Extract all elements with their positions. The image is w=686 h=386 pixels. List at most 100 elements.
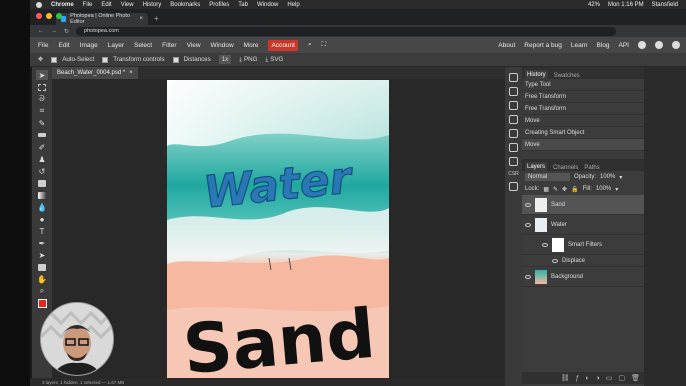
- history-item[interactable]: Free Transform: [522, 91, 644, 103]
- distances-checkbox[interactable]: Distances: [172, 56, 211, 63]
- eyedropper-tool[interactable]: ✎: [36, 118, 48, 128]
- menubar-window[interactable]: Window: [257, 2, 278, 8]
- fullscreen-icon[interactable]: ⛶: [322, 41, 327, 49]
- close-document-icon[interactable]: ×: [129, 70, 133, 76]
- clock[interactable]: Mon 1:16 PM: [608, 2, 644, 8]
- export-png-button[interactable]: ⤓ PNG: [239, 56, 257, 64]
- history-item[interactable]: Type Tool: [522, 79, 644, 91]
- facebook-icon[interactable]: [672, 41, 680, 49]
- eye-icon[interactable]: [525, 222, 531, 227]
- opacity-value[interactable]: 100%: [600, 174, 615, 180]
- lock-transparency-icon[interactable]: ▦: [543, 186, 549, 193]
- pp-menu-file[interactable]: File: [38, 42, 48, 49]
- menubar-tab[interactable]: Tab: [238, 2, 248, 8]
- marquee-tool[interactable]: [36, 82, 48, 92]
- pen-tool[interactable]: ✒: [36, 238, 48, 248]
- tab-channels[interactable]: Channels: [553, 165, 578, 171]
- twitter-icon[interactable]: [655, 41, 663, 49]
- blog-link[interactable]: Blog: [597, 42, 610, 49]
- document-tab[interactable]: Beach_Water_0004.psd * ×: [52, 67, 138, 79]
- adjustment-layer-icon[interactable]: ◑: [596, 375, 600, 382]
- pp-menu-select[interactable]: Select: [134, 42, 152, 49]
- account-button[interactable]: Account: [268, 39, 298, 51]
- reload-icon[interactable]: ↻: [64, 28, 69, 35]
- tab-swatches[interactable]: Swatches: [554, 73, 580, 79]
- tab-layers[interactable]: Layers: [525, 162, 548, 171]
- back-icon[interactable]: ←: [38, 28, 44, 34]
- info-icon[interactable]: [509, 73, 518, 82]
- api-link[interactable]: API: [619, 42, 629, 49]
- stamp-tool[interactable]: ♟: [36, 154, 48, 164]
- type-tool[interactable]: T: [36, 226, 48, 236]
- dodge-tool[interactable]: ●: [36, 214, 48, 224]
- character-icon[interactable]: [509, 143, 518, 152]
- layer-water[interactable]: Water: [522, 215, 644, 235]
- url-field[interactable]: photopea.com: [76, 26, 617, 36]
- layer-mask-icon[interactable]: ◐: [585, 375, 589, 382]
- fill-dropdown-icon[interactable]: ▾: [615, 186, 618, 193]
- lock-all-icon[interactable]: 🔒: [571, 186, 578, 193]
- image-icon[interactable]: [509, 182, 518, 191]
- blur-tool[interactable]: 💧: [36, 202, 48, 212]
- menubar-help[interactable]: Help: [287, 2, 299, 8]
- fill-value[interactable]: 100%: [596, 186, 611, 192]
- history-icon[interactable]: [509, 87, 518, 96]
- history-item[interactable]: Move: [522, 115, 644, 127]
- menubar-profiles[interactable]: Profiles: [209, 2, 229, 8]
- report-bug-link[interactable]: Report a bug: [524, 42, 562, 49]
- history-item[interactable]: Creating Smart Object: [522, 127, 644, 139]
- brush-settings-icon[interactable]: [509, 129, 518, 138]
- new-layer-icon[interactable]: ▢: [618, 374, 625, 382]
- new-tab-button[interactable]: +: [154, 14, 159, 23]
- link-layers-icon[interactable]: ⛓: [561, 374, 570, 382]
- document-canvas[interactable]: Water Sand: [167, 80, 389, 380]
- zoom-select[interactable]: 1x: [218, 55, 232, 64]
- gradient-tool[interactable]: [36, 190, 48, 200]
- move-tool-icon[interactable]: ✥: [38, 56, 43, 63]
- lasso-tool[interactable]: ᘐ: [36, 94, 48, 104]
- displace-filter-row[interactable]: Displace: [522, 255, 644, 267]
- auto-select-checkbox[interactable]: Auto-Select: [51, 56, 94, 63]
- browser-tab[interactable]: Photopea | Online Photo Editor ×: [56, 13, 148, 25]
- delete-layer-icon[interactable]: 🗑: [631, 374, 640, 382]
- pp-menu-edit[interactable]: Edit: [58, 42, 69, 49]
- menubar-app[interactable]: Chrome: [51, 2, 74, 8]
- shape-tool[interactable]: [36, 262, 48, 272]
- lock-paint-icon[interactable]: ✎: [553, 186, 558, 193]
- move-tool[interactable]: ➤: [36, 70, 48, 80]
- search-icon[interactable]: ⌕: [308, 41, 312, 49]
- path-select-tool[interactable]: ➤: [36, 250, 48, 260]
- user-name[interactable]: Stansfield: [652, 2, 678, 8]
- menubar-bookmarks[interactable]: Bookmarks: [170, 2, 200, 8]
- history-brush-tool[interactable]: ↺: [36, 166, 48, 176]
- eye-icon[interactable]: [542, 242, 548, 247]
- apple-icon[interactable]: [36, 1, 42, 8]
- history-item[interactable]: Free Transform: [522, 103, 644, 115]
- crop-tool[interactable]: ⌗: [36, 106, 48, 116]
- tab-history[interactable]: History: [525, 70, 548, 79]
- pp-menu-window[interactable]: Window: [211, 42, 234, 49]
- menubar-history[interactable]: History: [143, 2, 162, 8]
- learn-link[interactable]: Learn: [571, 42, 588, 49]
- layer-style-icon[interactable]: ƒ: [575, 375, 579, 382]
- pp-menu-filter[interactable]: Filter: [162, 42, 176, 49]
- eye-icon[interactable]: [552, 258, 558, 263]
- brush-tool[interactable]: ✐: [36, 142, 48, 152]
- eraser-tool[interactable]: [36, 178, 48, 188]
- reddit-icon[interactable]: [638, 41, 646, 49]
- foreground-color[interactable]: [36, 298, 48, 308]
- menubar-view[interactable]: View: [121, 2, 134, 8]
- layer-background[interactable]: Background: [522, 267, 644, 287]
- blend-mode-select[interactable]: Normal: [525, 173, 570, 181]
- pp-menu-more[interactable]: More: [244, 42, 259, 49]
- maximize-window-icon[interactable]: [56, 13, 62, 19]
- transform-controls-checkbox[interactable]: Transform controls: [102, 56, 165, 63]
- history-item[interactable]: Move: [522, 139, 644, 151]
- opacity-dropdown-icon[interactable]: ▾: [619, 174, 622, 181]
- swatches-icon[interactable]: [509, 101, 518, 110]
- close-window-icon[interactable]: [36, 13, 42, 19]
- paragraph-icon[interactable]: [509, 157, 518, 166]
- lock-move-icon[interactable]: ✥: [562, 186, 567, 193]
- adjustments-icon[interactable]: [509, 115, 518, 124]
- eye-icon[interactable]: [525, 274, 531, 279]
